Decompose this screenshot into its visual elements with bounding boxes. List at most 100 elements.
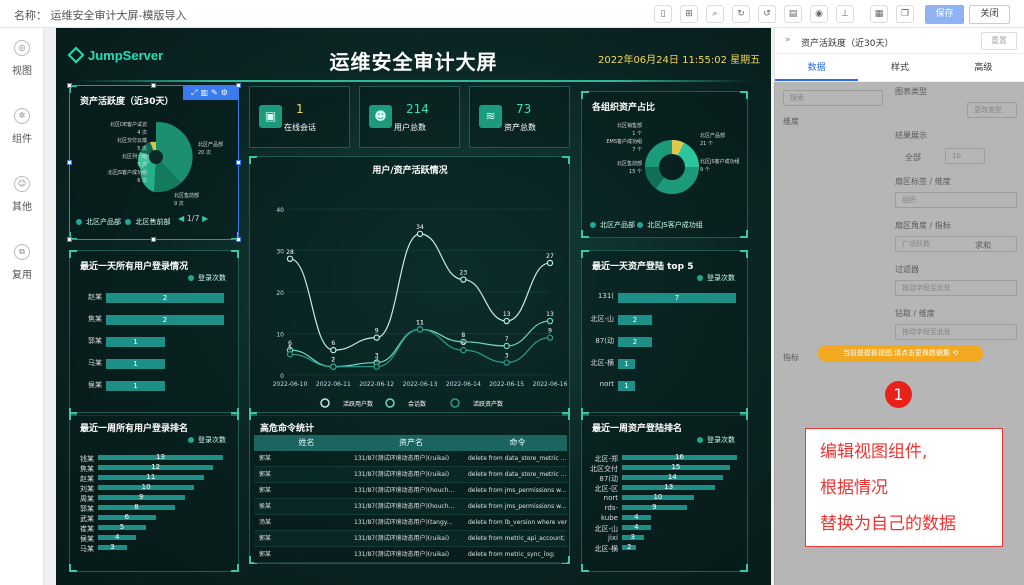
selection-outline [69, 85, 239, 240]
data-label: 2 [331, 357, 335, 364]
bar-category-label: 北区-区 [594, 485, 618, 493]
donut-slice [645, 166, 665, 189]
donut-label: 1 个 [632, 131, 642, 137]
stat-label: 用户总数 [394, 123, 426, 132]
resize-handle[interactable] [236, 160, 241, 165]
tab-style[interactable]: 样式 [858, 54, 941, 81]
bar: 4 [98, 534, 137, 541]
cell-command: delete from metric_api_account; [468, 535, 566, 542]
stamp-icon[interactable]: ⊥ [836, 5, 854, 23]
dashboard-screen: JumpServer 运维安全审计大屏 2022年06月24日 11:55:02… [56, 28, 771, 585]
copy-icon[interactable]: ❐ [896, 5, 914, 23]
stat-label: 在线会话 [284, 123, 316, 132]
table-row[interactable]: 郭某 131/87(测试环境动态用户)(ruikai) delete from me… [254, 531, 567, 547]
edit-icon[interactable]: ✎ [211, 88, 221, 97]
chart-title: 用户/资产活跃情况 [371, 164, 447, 176]
data-point [546, 259, 554, 267]
eye-icon[interactable]: ◉ [810, 5, 828, 23]
legend-label: 活跃用户数 [343, 400, 373, 408]
data-point [416, 326, 424, 333]
resize-handle[interactable] [67, 160, 72, 165]
bar-category-label: 郭某 [80, 505, 94, 513]
nav-view[interactable]: ◎ 视图 [0, 28, 44, 94]
resize-handle[interactable] [67, 237, 72, 242]
component-toolbar[interactable]: ⤢▥✎⚙ [183, 86, 239, 100]
panel-title: 最近一周资产登陆排名 [592, 424, 683, 434]
nav-label: 组件 [12, 134, 32, 145]
table-header: 姓名 资产名 命令 [254, 435, 567, 451]
table-row[interactable]: 郭某 131/87(测试环境动态用户)(ruikai) delete from da… [254, 451, 567, 467]
bar-category-label: 131( [597, 292, 614, 300]
barcode-icon[interactable]: ▥ [200, 88, 211, 97]
cell-name: 郭某 [259, 487, 272, 494]
search-icon[interactable]: ⌕ [706, 5, 724, 23]
left-nav: ◎ 视图 ✲ 组件 ☺ 其他 ⧉ 复用 [0, 28, 44, 585]
nav-component[interactable]: ✲ 组件 [0, 96, 44, 162]
data-point [286, 351, 294, 358]
resize-handle[interactable] [236, 83, 241, 88]
collapse-icon[interactable]: » [785, 35, 791, 45]
tab-data[interactable]: 数据 [775, 54, 859, 81]
table-row[interactable]: 汤某 131/87(测试环境动态用户)(tangy... delete from l… [254, 515, 567, 531]
change-dataset-button[interactable]: 当前是模板视图,请点击更换数据集 ⟲ [818, 345, 983, 362]
legend-label: 会话数 [408, 400, 426, 408]
qrcode-icon[interactable]: ▦ [870, 5, 888, 23]
donut-label: EMS客户成功组 [606, 139, 642, 145]
bar-category-label: 马某 [80, 545, 94, 553]
stat-value: 73 [516, 102, 532, 116]
day-asset-login-panel[interactable]: 最近一天资产登陆 top 5 登录次数 131(7 北区-山 2 87(动 2 北区-横 1… [581, 250, 748, 416]
bar-category-label: 北区-山 [594, 525, 618, 533]
column-header: 资产名 [399, 438, 423, 447]
day-user-login-panel[interactable]: 最近一天所有用户登录情况 登录次数 赵某 2 焦某 2 郭某 1 马某 1 侯某 1 [69, 250, 239, 416]
org-asset-share-panel[interactable]: 各组织资产占比 北区销售部 1 个 EMS客户成功组 7 个 北区售前部 15 个 北… [581, 91, 748, 238]
table-row[interactable]: 郭某 131/87(测试环境动态用户)(ruikai) delete from da… [254, 467, 567, 483]
phone-icon[interactable]: ▯ [654, 5, 672, 23]
donut-label: 21 个 [700, 141, 713, 147]
high-risk-command-panel[interactable]: 高危命令统计 姓名 资产名 命令 郭某 131/87(测试环境动态用户)(ruikai… [249, 412, 570, 564]
week-user-rank-panel[interactable]: 最近一周所有用户登录排名 登录次数 钱某 13 焦某 12 赵某 11 刘某 10 周某 9 郭某 8… [69, 412, 239, 572]
legend-dot [637, 222, 644, 228]
settings-icon[interactable]: ⚙ [221, 88, 231, 97]
reset-button[interactable]: 重置 [981, 32, 1017, 50]
legend-label: 登录次数 [707, 436, 735, 444]
bar: 12 [98, 464, 214, 471]
tab-advanced[interactable]: 高级 [942, 54, 1024, 81]
grid-icon[interactable]: ⊞ [680, 5, 698, 23]
data-point [546, 317, 554, 325]
resize-handle[interactable] [151, 83, 156, 88]
bar: 1 [618, 381, 635, 391]
bar-category-label: 北区-横 [590, 359, 614, 367]
nav-other[interactable]: ☺ 其他 [0, 164, 44, 230]
stat-label: 资产总数 [504, 123, 536, 132]
bar: 6 [98, 514, 156, 521]
resize-handle[interactable] [67, 83, 72, 88]
week-asset-rank-panel[interactable]: 最近一周资产登陆排名 登录次数 北区-郑 16 北区交付 15 87(动 14 北区-区 13… [581, 412, 748, 572]
save-button[interactable]: 保存 [925, 5, 964, 24]
user-asset-activity-panel[interactable]: 用户/资产活跃情况 0 10 20 30 40 2022-06-10 2022-06-11 20… [249, 156, 570, 416]
cell-command: delete from lb_version where ver... [468, 519, 567, 526]
nav-reuse[interactable]: ⧉ 复用 [0, 232, 44, 298]
refresh-icon[interactable]: ↻ [732, 5, 750, 23]
close-button[interactable]: 关闭 [969, 5, 1010, 24]
bar: 9 [98, 494, 185, 501]
undo-icon[interactable]: ↺ [758, 5, 776, 23]
file-icon[interactable]: ▤ [784, 5, 802, 23]
bar-category-label: 焦某 [80, 465, 94, 473]
resize-handle[interactable] [151, 237, 156, 242]
table-row[interactable]: 侯某 131/87(测试环境动态用户)(houch... delete from j… [254, 499, 567, 515]
data-label: 9 [375, 328, 379, 335]
data-point [373, 334, 380, 341]
donut-label: 7 个 [632, 147, 642, 153]
bar-category-label: 赵某 [88, 293, 102, 301]
column-header: 命令 [509, 438, 526, 447]
title-divider [76, 80, 751, 82]
bar: 1 [106, 381, 165, 391]
table-row[interactable]: 郭某 131/87(测试环境动态用户)(houch... delete from j… [254, 483, 567, 499]
change-dataset-label: 当前是模板视图,请点击更换数据集 [842, 349, 951, 357]
resize-handle[interactable] [236, 237, 241, 242]
bar-category-label: nort [603, 494, 618, 502]
data-label: 2 [375, 357, 379, 364]
table-row[interactable]: 郭某 131/87(测试环境动态用户)(ruikai) delete from me… [254, 547, 567, 563]
bar-category-label: 赵某 [80, 475, 94, 483]
reuse-icon: ⧉ [14, 244, 30, 260]
